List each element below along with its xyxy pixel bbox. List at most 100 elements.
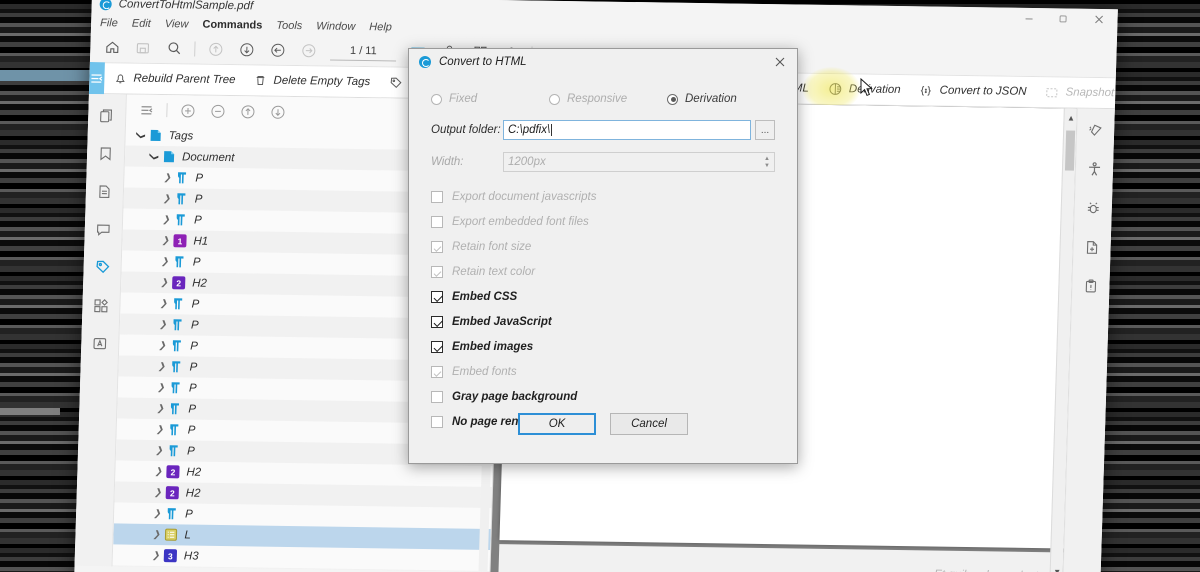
menu-item-edit[interactable]: Edit	[132, 18, 151, 30]
paragraph-icon	[167, 402, 182, 415]
checkbox-icon[interactable]	[431, 340, 443, 353]
chevron-right-icon[interactable]: ❯	[150, 508, 164, 519]
paragraph-icon	[174, 192, 189, 205]
minimize-button[interactable]	[1011, 8, 1046, 28]
ok-button[interactable]: OK	[518, 413, 596, 435]
option-embed-images[interactable]: Embed images	[431, 334, 775, 359]
width-label: Width:	[431, 156, 464, 168]
chevron-right-icon[interactable]: ❯	[160, 193, 174, 204]
comment-icon[interactable]	[92, 218, 115, 240]
save-icon[interactable]	[127, 35, 159, 61]
menu-item-view[interactable]: View	[165, 18, 189, 30]
command-rebuild-parent-tree[interactable]: Rebuild Parent Tree	[104, 62, 245, 96]
maximize-button[interactable]	[1045, 8, 1080, 28]
chevron-down-icon[interactable]: ❯	[148, 149, 159, 163]
layers-icon[interactable]	[90, 294, 113, 316]
chevron-down-icon[interactable]: ❯	[135, 128, 146, 142]
convert-to-html-dialog: Convert to HTML Fixed Responsive Derivat…	[408, 48, 798, 464]
bookmark-icon[interactable]	[94, 142, 117, 164]
command-delete-empty-tags[interactable]: Delete Empty Tags	[244, 64, 380, 98]
chevron-right-icon[interactable]: ❯	[154, 382, 168, 393]
chevron-right-icon[interactable]: ❯	[154, 361, 168, 372]
tag-icon[interactable]	[91, 256, 114, 278]
chevron-right-icon[interactable]: ❯	[153, 403, 167, 414]
width-input[interactable]: 1200px ▲ ▼	[503, 152, 775, 172]
chevron-right-icon[interactable]: ❯	[149, 550, 163, 561]
chevron-right-icon[interactable]: ❯	[151, 487, 165, 498]
chevron-right-icon[interactable]: ❯	[157, 277, 171, 288]
checkbox-icon[interactable]	[431, 290, 443, 303]
radio-dot-icon	[431, 93, 442, 105]
option-embed-fonts: Embed fonts	[431, 359, 775, 384]
home-icon[interactable]	[96, 34, 128, 60]
radio-label: Derivation	[685, 93, 737, 105]
add-tag-icon[interactable]	[173, 98, 202, 122]
option-gray-page-background[interactable]: Gray page background	[431, 384, 775, 409]
radio-derivation[interactable]: Derivation	[667, 93, 737, 105]
chevron-right-icon[interactable]: ❯	[153, 424, 167, 435]
page-indicator[interactable]: 1 / 11	[330, 41, 397, 62]
pages-icon[interactable]	[95, 104, 118, 126]
command-snapshot[interactable]: Snapshot	[1035, 76, 1118, 109]
scroll-down-icon[interactable]: ▼	[1050, 564, 1063, 572]
next-page-icon[interactable]	[231, 36, 263, 62]
menu-item-commands[interactable]: Commands	[202, 19, 262, 32]
radio-fixed[interactable]: Fixed	[431, 93, 549, 105]
accessibility-icon[interactable]	[1083, 158, 1106, 180]
bell-icon	[113, 71, 127, 85]
chevron-right-icon[interactable]: ❯	[156, 298, 170, 309]
chevron-right-icon[interactable]: ❯	[151, 466, 165, 477]
menu-item-window[interactable]: Window	[316, 20, 355, 33]
chevron-right-icon[interactable]: ❯	[160, 172, 174, 183]
previous-page-icon[interactable]	[262, 37, 294, 63]
chevron-right-icon[interactable]: ❯	[158, 256, 172, 267]
option-embed-javascript[interactable]: Embed JavaScript	[431, 309, 775, 334]
chevron-right-icon[interactable]: ❯	[152, 445, 166, 456]
chevron-right-icon[interactable]: ❯	[156, 319, 170, 330]
chevron-right-icon[interactable]: ❯	[155, 340, 169, 351]
heading-level-badge: 3	[163, 549, 178, 563]
menu-item-tools[interactable]: Tools	[276, 20, 302, 32]
move-up-icon[interactable]	[233, 99, 262, 123]
first-page-icon[interactable]	[200, 36, 232, 62]
radio-responsive[interactable]: Responsive	[549, 93, 667, 105]
clipboard-alert-icon[interactable]	[1080, 275, 1103, 297]
layers-stack-icon[interactable]	[1084, 119, 1107, 141]
chevron-right-icon[interactable]: ❯	[158, 235, 172, 246]
collapse-all-icon[interactable]	[132, 98, 161, 122]
backdrop-band-2	[0, 408, 60, 415]
bug-icon[interactable]	[1082, 197, 1105, 219]
chevron-right-icon[interactable]: ❯	[149, 529, 163, 540]
tree-row-label: L	[184, 528, 192, 542]
browse-folder-button[interactable]: ...	[755, 120, 775, 140]
move-down-icon[interactable]	[263, 100, 292, 124]
tags-root-icon	[148, 129, 163, 142]
command-panel-toggle-left[interactable]	[88, 61, 105, 95]
spinner-icon[interactable]: ▲ ▼	[764, 156, 770, 169]
output-folder-row: Output folder: C:\pdfix\ ...	[431, 120, 775, 140]
remove-tag-icon[interactable]	[203, 99, 232, 123]
document-icon[interactable]	[93, 180, 116, 202]
tree-row-label: P	[186, 444, 195, 458]
chevron-right-icon[interactable]: ❯	[159, 214, 173, 225]
paragraph-icon	[174, 171, 189, 184]
command-convert-to-json[interactable]: Convert to JSON	[909, 74, 1036, 108]
close-button[interactable]	[1079, 9, 1118, 30]
last-page-icon[interactable]	[293, 37, 325, 63]
cancel-button[interactable]: Cancel	[610, 413, 688, 435]
output-folder-input[interactable]: C:\pdfix\	[503, 120, 751, 140]
option-embed-css[interactable]: Embed CSS	[431, 284, 775, 309]
checkbox-icon[interactable]	[431, 390, 443, 403]
menu-item-file[interactable]: File	[100, 17, 118, 29]
dialog-close-button[interactable]	[763, 49, 797, 75]
trash-icon	[253, 73, 267, 87]
menu-item-help[interactable]: Help	[369, 21, 392, 33]
scroll-up-icon[interactable]: ▲	[1064, 110, 1076, 124]
scrollbar-thumb[interactable]	[1064, 130, 1076, 171]
search-icon[interactable]	[158, 35, 190, 61]
document-add-icon[interactable]	[1081, 236, 1104, 258]
text-icon[interactable]	[89, 332, 112, 354]
output-folder-label: Output folder:	[431, 124, 501, 136]
tree-row-label: P	[187, 423, 196, 437]
checkbox-icon[interactable]	[431, 315, 443, 328]
